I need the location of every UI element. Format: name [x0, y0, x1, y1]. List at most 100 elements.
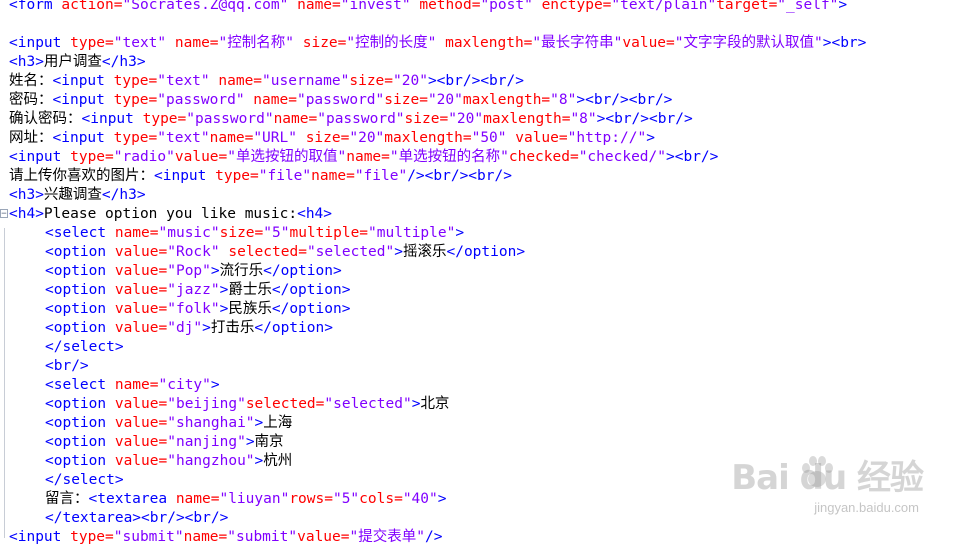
code-line[interactable]: <option value="dj">打击乐</option>: [0, 319, 971, 338]
code-token: <textarea: [88, 491, 176, 507]
code-token: <option: [45, 282, 115, 298]
code-token: 杭州: [263, 453, 293, 469]
code-token: "submit": [227, 529, 298, 545]
code-token: "文字字段的默认取值": [674, 35, 823, 51]
code-line[interactable]: </textarea><br/><br/>: [0, 509, 971, 528]
code-line[interactable]: <form action="Socrates.Z@qq.com" name="i…: [0, 0, 971, 15]
code-token: size=: [296, 130, 350, 146]
code-token: target=: [716, 0, 778, 13]
code-token: rows=: [289, 491, 333, 507]
code-token: "8": [570, 111, 597, 127]
code-token: </option>: [254, 320, 333, 336]
code-token: />: [424, 529, 443, 545]
code-line[interactable]: 密码：<input type="password" name="password…: [0, 91, 971, 110]
code-line[interactable]: <br/>: [0, 357, 971, 376]
code-line[interactable]: <option value="jazz">爵士乐</option>: [0, 281, 971, 300]
code-token: 请上传你喜欢的图片：: [9, 168, 154, 184]
code-token: value=: [114, 301, 168, 317]
code-token: "radio": [113, 149, 175, 165]
code-token: "单选按钮的名称": [389, 149, 509, 165]
code-token: "Rock": [167, 244, 220, 260]
code-token: >: [646, 130, 655, 146]
code-token: /><br/><br/>: [407, 168, 512, 184]
code-line[interactable]: <option value="folk">民族乐</option>: [0, 300, 971, 319]
code-area[interactable]: <form action="Socrates.Z@qq.com" name="i…: [0, 0, 971, 547]
code-token: value=: [114, 244, 168, 260]
code-token: <h4>: [297, 206, 333, 222]
code-token: "text": [113, 35, 167, 51]
code-token: name=: [288, 0, 341, 13]
code-line[interactable]: <option value="beijing"selected="selecte…: [0, 395, 971, 414]
code-line[interactable]: <input type="submit"name="submit"value="…: [0, 528, 971, 547]
code-token: selected=: [219, 244, 307, 260]
code-token: "password": [317, 111, 405, 127]
code-token: </option>: [271, 301, 351, 317]
code-token: "selected": [324, 396, 412, 412]
fold-toggle-icon[interactable]: −: [0, 209, 8, 219]
code-line[interactable]: <option value="hangzhou">杭州: [0, 452, 971, 471]
code-line[interactable]: <select name="music"size="5"multiple="mu…: [0, 224, 971, 243]
code-line[interactable]: </select>: [0, 471, 971, 490]
code-token: value=: [114, 263, 168, 279]
code-token: maxlength=: [436, 35, 533, 51]
code-token: </option>: [271, 282, 351, 298]
code-token: "5": [332, 491, 360, 507]
code-token: name=: [175, 491, 220, 507]
code-token: "50": [471, 130, 507, 146]
code-line[interactable]: <h3>用户调查</h3>: [0, 53, 971, 72]
code-token: "控制名称": [218, 35, 295, 51]
code-line[interactable]: <option value="nanjing">南京: [0, 433, 971, 452]
code-token: "username": [262, 73, 350, 89]
code-line[interactable]: − <h4>Please option you like music:<h4>: [0, 205, 971, 224]
code-token: >: [455, 225, 465, 241]
code-line[interactable]: 请上传你喜欢的图片：<input type="file"name="file"/…: [0, 167, 971, 186]
code-token: value=: [114, 320, 168, 336]
code-token: name=: [346, 149, 390, 165]
code-token: <select: [45, 377, 115, 393]
code-token: "40": [402, 491, 438, 507]
code-line[interactable]: 留言：<textarea name="liuyan"rows="5"cols="…: [0, 490, 971, 509]
code-token: <option: [45, 396, 115, 412]
code-token: <input: [52, 73, 114, 89]
code-token: <input: [52, 130, 114, 146]
code-token: <h3>: [9, 54, 44, 70]
code-token: </h3>: [101, 54, 146, 70]
code-token: size=: [384, 92, 428, 108]
code-line[interactable]: <option value="Rock" selected="selected"…: [0, 243, 971, 262]
code-token: size=: [294, 35, 347, 51]
code-token: "invest": [340, 0, 411, 13]
code-token: "nanjing": [167, 434, 246, 450]
code-token: enctype=: [532, 0, 612, 13]
code-token: Please option you like music:: [43, 206, 298, 222]
code-token: type=: [70, 149, 114, 165]
code-token: <option: [45, 320, 115, 336]
code-line[interactable]: [0, 15, 971, 34]
code-token: maxlength=: [483, 111, 571, 127]
code-token: "text": [157, 73, 210, 89]
code-line[interactable]: </select>: [0, 338, 971, 357]
code-token: value=: [114, 396, 168, 412]
code-line[interactable]: <select name="city">: [0, 376, 971, 395]
code-token: >: [838, 0, 848, 13]
code-editor[interactable]: <form action="Socrates.Z@qq.com" name="i…: [0, 0, 971, 556]
code-line[interactable]: 网址：<input type="text"name="URL" size="20…: [0, 129, 971, 148]
code-token: 姓名：: [9, 73, 53, 89]
code-token: type=: [113, 73, 158, 89]
code-token: >: [254, 453, 264, 469]
code-token: name=: [273, 111, 318, 127]
code-token: "单选按钮的取值": [227, 149, 347, 165]
code-token: "selected": [306, 244, 395, 260]
code-line[interactable]: <input type="radio"value="单选按钮的取值"name="…: [0, 148, 971, 167]
code-line[interactable]: <h3>兴趣调查</h3>: [0, 186, 971, 205]
code-line[interactable]: <option value="shanghai">上海: [0, 414, 971, 433]
code-line[interactable]: 姓名：<input type="text" name="username"siz…: [0, 72, 971, 91]
code-line[interactable]: <option value="Pop">流行乐</option>: [0, 262, 971, 281]
code-line[interactable]: 确认密码：<input type="password"name="passwor…: [0, 110, 971, 129]
code-token: "post": [480, 0, 533, 13]
code-line[interactable]: <input type="text" name="控制名称" size="控制的…: [0, 34, 971, 53]
code-token: <input: [9, 529, 71, 545]
code-token: name=: [183, 529, 228, 545]
code-token: "file": [354, 168, 408, 184]
code-token: "20": [448, 111, 484, 127]
code-token: "8": [550, 92, 577, 108]
